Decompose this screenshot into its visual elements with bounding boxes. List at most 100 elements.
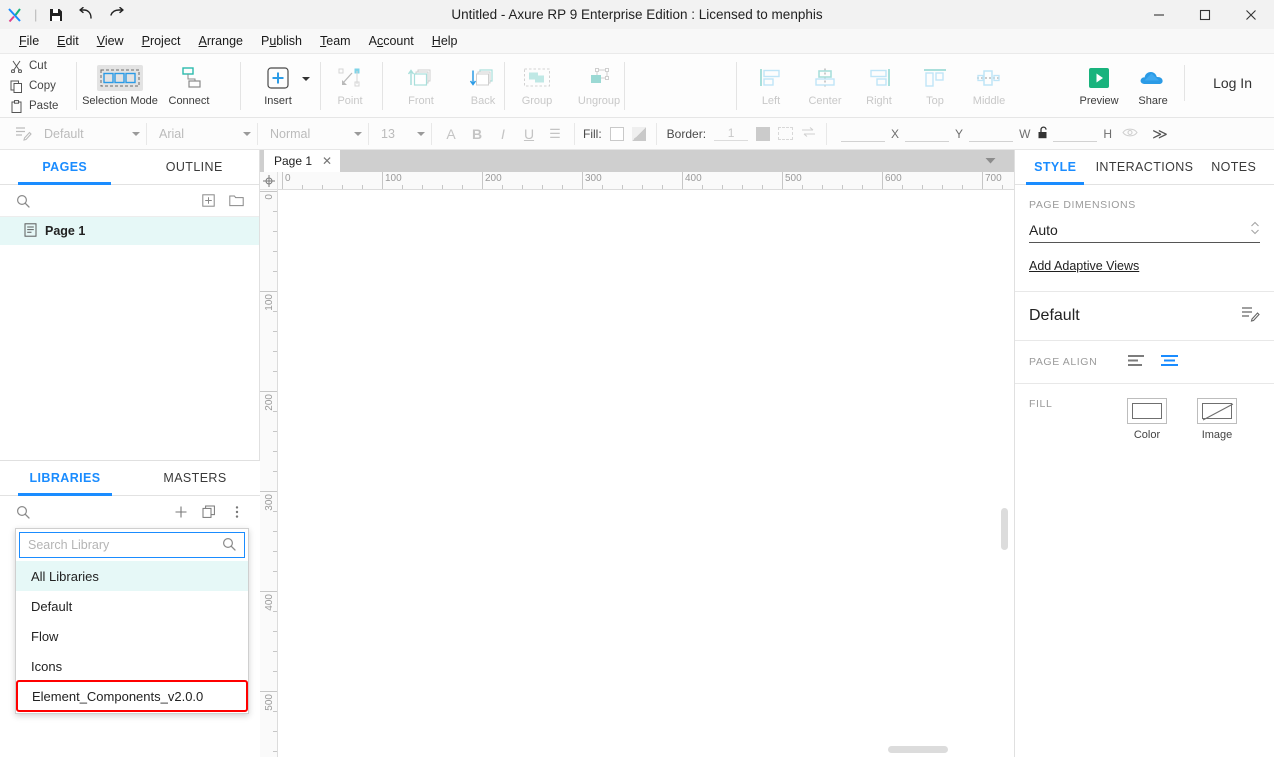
lock-open-icon[interactable] [1038,125,1049,142]
undo-icon[interactable] [71,1,101,29]
crosshair-icon[interactable] [260,172,278,190]
connect-button[interactable]: Connect [156,59,222,107]
login-button[interactable]: Log In [1199,69,1266,97]
bold-button[interactable]: B [464,122,490,146]
menu-team[interactable]: Team [311,31,360,51]
point-label: Point [337,95,363,107]
insert-dropdown-arrow[interactable] [302,59,310,107]
tab-interactions[interactable]: INTERACTIONS [1096,150,1194,184]
insert-button[interactable]: Insert [248,59,308,107]
align-left-button[interactable]: Left [744,59,798,107]
search-icon[interactable] [222,537,236,554]
library-options-icon[interactable] [226,501,248,523]
chevron-down-icon[interactable] [976,150,1004,172]
library-option-icons[interactable]: Icons [16,651,248,681]
paste-button[interactable]: Paste [8,96,70,116]
ruler-tick [273,751,277,752]
bring-front-button[interactable]: Front [390,59,452,107]
copy-button[interactable]: Copy [8,76,70,96]
library-option-flow[interactable]: Flow [16,621,248,651]
redo-icon[interactable] [101,1,131,29]
menu-help[interactable]: Help [423,31,467,51]
duplicate-library-icon[interactable] [198,501,220,523]
add-library-icon[interactable] [170,501,192,523]
cut-button[interactable]: Cut [8,56,70,76]
h-field[interactable] [1053,125,1098,142]
ungroup-button[interactable]: Ungroup [568,59,630,107]
font-weight-select[interactable]: Normal [264,123,368,145]
format-overflow-button[interactable]: ≫ [1152,125,1168,143]
canvas-vertical-scrollbar[interactable] [1001,508,1008,550]
tab-outline[interactable]: OUTLINE [130,150,260,184]
library-option-element-components[interactable]: Element_Components_v2.0.0 [16,680,248,712]
vertical-ruler[interactable]: 0 100 200 300 400 500 [260,190,278,757]
tab-masters[interactable]: MASTERS [130,461,260,495]
close-icon[interactable]: ✕ [322,154,332,168]
library-search-input[interactable] [28,538,222,552]
selection-mode-button[interactable]: Selection Mode [82,59,158,107]
tab-style[interactable]: STYLE [1015,150,1096,185]
add-page-icon[interactable] [197,190,219,212]
menu-arrange[interactable]: Arrange [190,31,252,51]
share-button[interactable]: Share [1126,59,1180,107]
library-option-default[interactable]: Default [16,591,248,621]
font-color-button[interactable]: A [438,122,464,146]
tab-notes[interactable]: NOTES [1193,150,1274,184]
border-width-input[interactable]: 1 [714,126,749,141]
horizontal-ruler[interactable]: 0 100 200 300 400 500 600 700 [278,172,1014,190]
toolbar-divider-1 [76,62,77,110]
menu-file[interactable]: FFileile [10,31,48,51]
close-button[interactable] [1228,0,1274,29]
align-right-button[interactable]: Right [852,59,906,107]
fill-color-swatch[interactable] [609,126,624,141]
menu-edit[interactable]: Edit [48,31,88,51]
x-field[interactable] [841,125,886,142]
edit-style-icon[interactable] [1241,305,1260,327]
y-field[interactable] [905,125,950,142]
search-icon[interactable] [12,190,34,212]
canvas-horizontal-scrollbar[interactable] [888,746,948,753]
font-size-select[interactable]: 13 [375,123,431,145]
point-button[interactable]: Point [324,59,376,107]
fill-color-option[interactable]: Color [1127,398,1167,441]
italic-button[interactable]: I [490,122,516,146]
stepper-icon[interactable] [1250,220,1260,239]
eye-icon[interactable] [1122,127,1138,141]
style-preset-select[interactable]: Default [38,123,146,145]
library-search-box[interactable] [19,532,245,558]
font-family-select[interactable]: Arial [153,123,257,145]
border-arrow-button[interactable] [801,126,816,141]
w-field[interactable] [969,125,1014,142]
align-page-left-icon[interactable] [1127,354,1146,370]
fill-gradient-swatch[interactable] [631,126,646,141]
group-button[interactable]: Group [506,59,568,107]
save-icon[interactable] [41,1,71,29]
menu-publish[interactable]: Publish [252,31,311,51]
align-middle-button[interactable]: Middle [962,59,1016,107]
align-center-button[interactable]: Center [798,59,852,107]
search-icon[interactable] [12,501,34,523]
library-option-all-libraries[interactable]: All Libraries [16,561,248,591]
tab-libraries[interactable]: LIBRARIES [0,461,130,496]
align-page-center-icon[interactable] [1160,354,1179,370]
menu-project[interactable]: Project [133,31,190,51]
menu-account[interactable]: Account [360,31,423,51]
page-dimensions-select[interactable]: Auto [1029,217,1260,243]
maximize-button[interactable] [1182,0,1228,29]
add-folder-icon[interactable] [225,190,247,212]
bullet-list-button[interactable]: ☰ [542,122,568,146]
fill-image-option[interactable]: Image [1197,398,1237,441]
border-color-swatch[interactable] [756,126,771,141]
design-canvas[interactable] [278,190,1014,757]
menu-view[interactable]: View [88,31,133,51]
tab-pages[interactable]: PAGES [0,150,130,185]
page-tree-item-page-1[interactable]: Page 1 [0,217,259,245]
canvas-tab-page-1[interactable]: Page 1 ✕ [264,150,341,172]
preview-button[interactable]: Preview [1072,59,1126,107]
border-style-button[interactable] [778,127,794,140]
title-bar: | Untitled - Axure RP 9 Enterprise Editi… [0,0,1274,29]
minimize-button[interactable] [1136,0,1182,29]
align-top-button[interactable]: Top [908,59,962,107]
underline-button[interactable]: U [516,122,542,146]
add-adaptive-views-link[interactable]: Add Adaptive Views [1029,259,1139,273]
